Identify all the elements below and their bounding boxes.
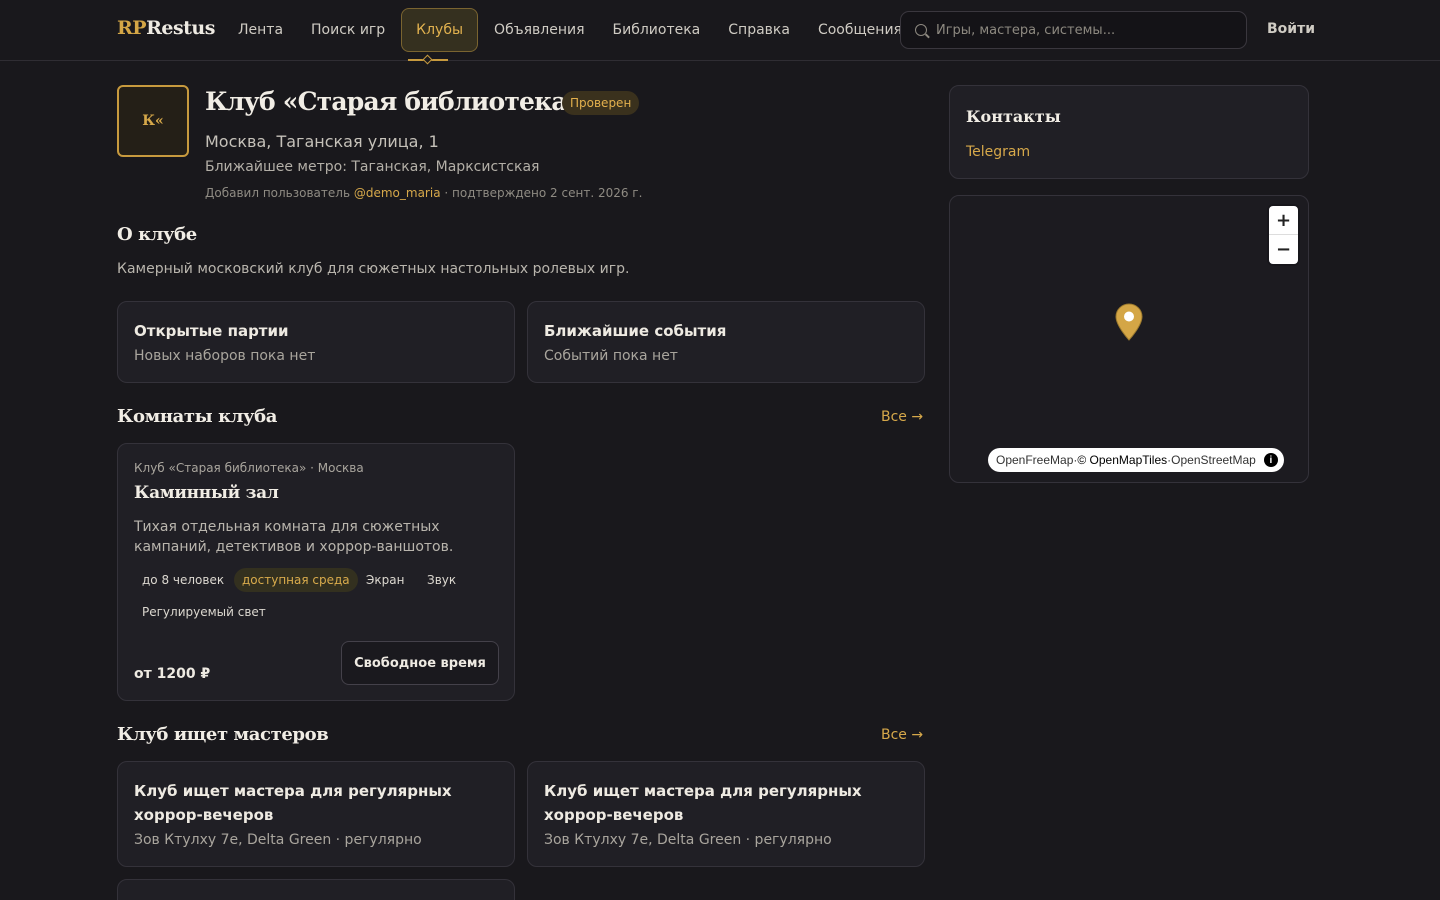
search-icon [915,24,927,36]
room-name: Каминный зал [134,483,279,503]
gm-search-card[interactable]: Клуб ищет мастера для регулярных хоррор-… [117,761,515,867]
gm-search-card-title: Клуб ищет мастера для регулярных хоррор-… [544,782,862,824]
club-map[interactable]: + − OpenFreeMap · © OpenMapTiles · OpenS… [949,195,1309,483]
club-avatar: К« [117,85,189,157]
events-empty: Событий пока нет [544,348,678,364]
gm-search-card-subtitle: Зов Ктулху 7е, Delta Green · регулярно [134,832,422,848]
logo[interactable]: RPRestus [117,17,215,39]
contacts-title: Контакты [966,107,1061,126]
main-nav: Лента Поиск игр Клубы Объявления Библиот… [224,8,916,52]
room-description: Тихая отдельная комната для сюжетных кам… [134,519,454,555]
info-icon[interactable]: i [1263,453,1278,467]
events-title: Ближайшие события [544,322,727,340]
nav-item-clubs[interactable]: Клубы [401,8,479,52]
gm-search-card-subtitle: Зов Ктулху 7е, Delta Green · регулярно [544,832,832,848]
gm-search-card[interactable] [117,879,515,900]
rooms-title: Комнаты клуба [117,406,277,427]
added-suffix: · подтверждено 2 сент. 2026 г. [444,186,643,200]
open-games-title: Открытые партии [134,322,289,340]
club-added-info: Добавил пользователь @demo_maria · подтв… [205,186,642,200]
gm-search-card-title: Клуб ищет мастера для регулярных хоррор-… [134,782,452,824]
rooms-see-all-link[interactable]: Все → [881,409,923,425]
room-tag-accessible: доступная среда [234,568,358,592]
nav-item-feed[interactable]: Лента [224,8,297,52]
free-time-button[interactable]: Свободное время [341,641,499,685]
login-button[interactable]: Войти [1267,21,1315,37]
zoom-out-button[interactable]: − [1269,235,1298,264]
nav-item-library[interactable]: Библиотека [599,8,715,52]
open-games-card[interactable]: Открытые партии Новых наборов пока нет [117,301,515,383]
room-card[interactable]: Клуб «Старая библиотека» · Москва Каминн… [117,443,515,701]
room-meta: Клуб «Старая библиотека» · Москва [134,461,364,475]
page-title: Клуб «Старая библиотека» [205,87,582,116]
open-games-empty: Новых наборов пока нет [134,348,316,364]
search-input[interactable] [936,22,1236,38]
club-metro: Ближайшее метро: Таганская, Марксистская [205,159,540,175]
added-prefix: Добавил пользователь [205,186,351,200]
room-tag: Экран [366,573,405,587]
zoom-control: + − [1269,206,1298,264]
map-pin-icon[interactable] [1115,303,1143,341]
attribution-openstreetmap-link[interactable]: OpenStreetMap [1171,453,1256,467]
verified-badge: Проверен [562,91,640,115]
top-header: RPRestus Лента Поиск игр Клубы Объявлени… [0,0,1440,61]
gm-search-title: Клуб ищет мастеров [117,724,329,745]
about-text: Камерный московский клуб для сюжетных на… [117,261,630,277]
room-price: от 1200 ₽ [134,666,211,682]
nav-item-ads[interactable]: Объявления [480,8,598,52]
nav-item-help[interactable]: Справка [714,8,804,52]
room-tag: до 8 человек [142,573,225,587]
gm-search-card[interactable]: Клуб ищет мастера для регулярных хоррор-… [527,761,925,867]
attribution-openfreemap-link[interactable]: OpenFreeMap [996,453,1073,467]
gm-search-see-all-link[interactable]: Все → [881,727,923,743]
search-box [900,11,1247,49]
room-tag: Регулируемый свет [142,605,266,619]
added-user-link[interactable]: @demo_maria [354,186,441,200]
club-address: Москва, Таганская улица, 1 [205,132,439,151]
about-title: О клубе [117,224,197,245]
events-card[interactable]: Ближайшие события Событий пока нет [527,301,925,383]
zoom-in-button[interactable]: + [1269,206,1298,235]
map-attribution: OpenFreeMap · © OpenMapTiles · OpenStree… [988,448,1284,472]
room-tag: Звук [427,573,457,587]
contacts-card: Контакты Telegram [949,85,1309,179]
attribution-openmaptiles-link[interactable]: © OpenMapTiles [1077,453,1167,467]
telegram-link[interactable]: Telegram [966,144,1030,160]
nav-item-game-search[interactable]: Поиск игр [297,8,399,52]
